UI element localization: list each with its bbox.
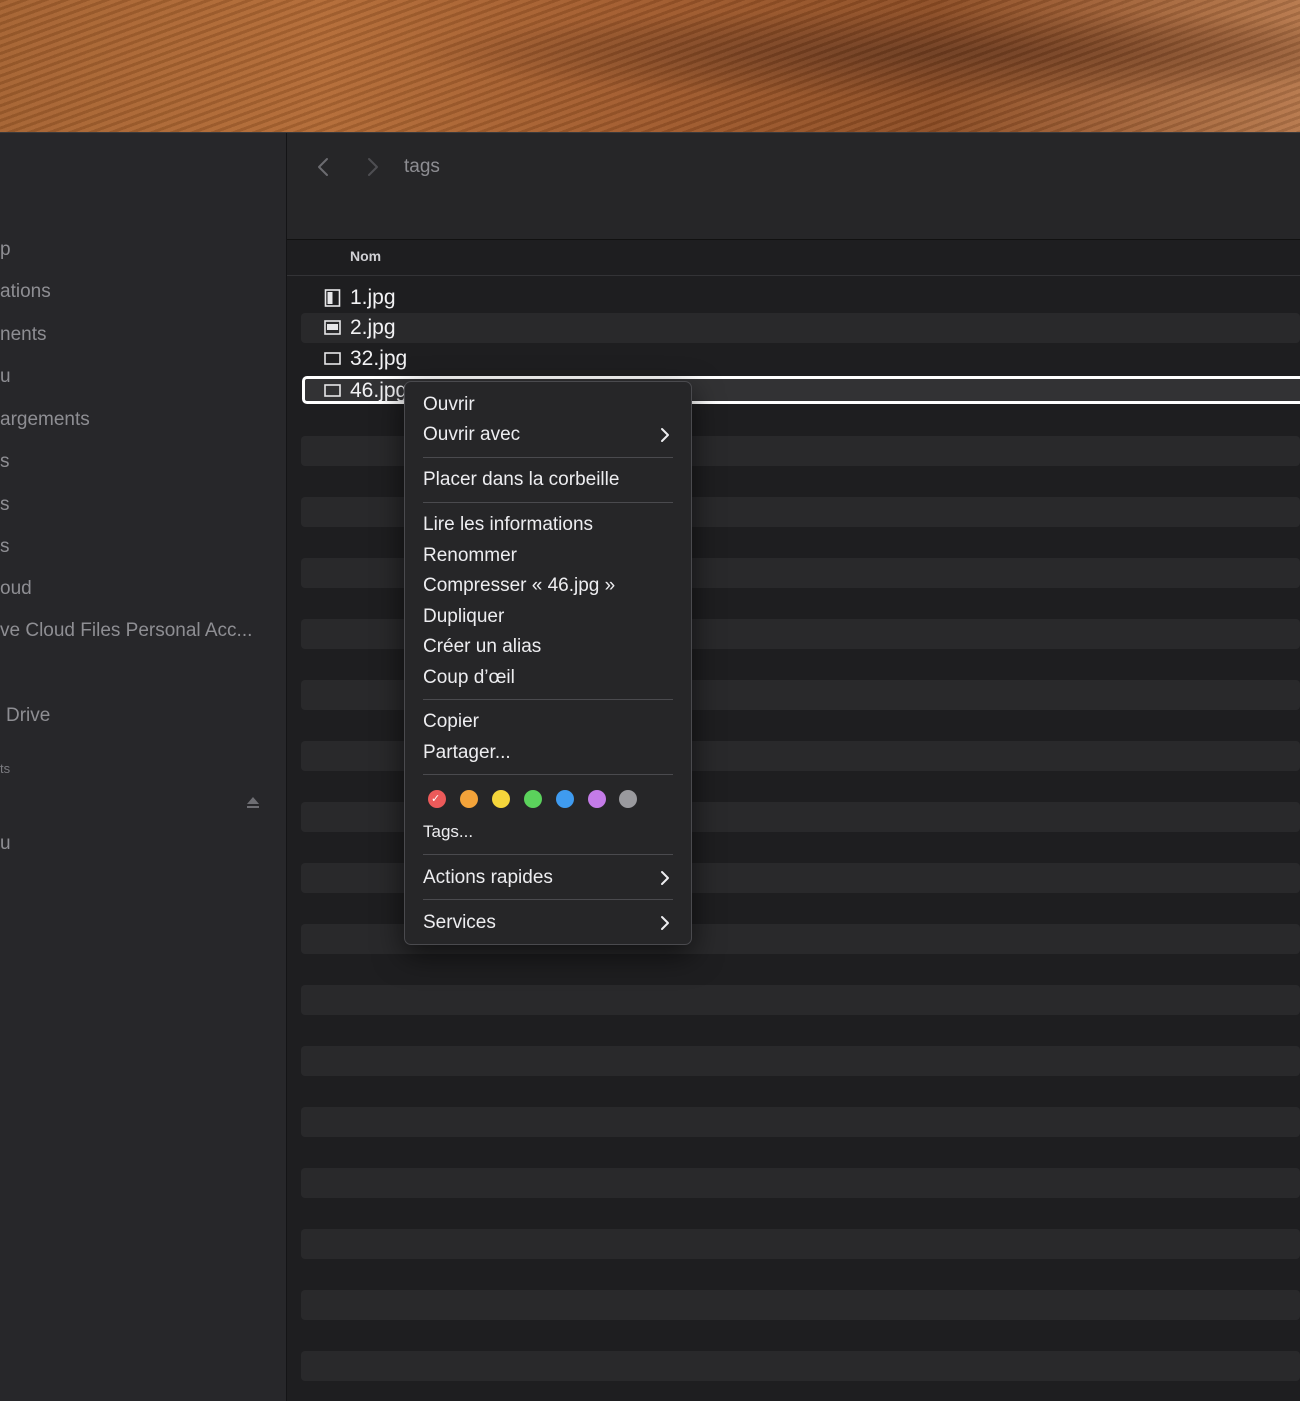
menu-item-compress[interactable]: Compresser « 46.jpg » [423,575,615,597]
menu-item-rename[interactable]: Renommer [423,545,517,567]
chevron-right-icon [368,158,378,176]
chevron-left-icon [318,158,328,176]
landscape-image-file-icon [324,319,341,337]
tag-gray-button[interactable] [619,790,637,808]
toolbar: tags [287,133,1300,240]
menu-separator [423,699,673,700]
image-file-icon [324,382,341,400]
file-name: 2.jpg [350,316,396,339]
menu-item-move-to-trash[interactable]: Placer dans la corbeille [423,469,619,491]
sidebar-item-13[interactable]: u [0,833,11,855]
menu-item-make-alias[interactable]: Créer un alias [423,636,541,658]
menu-item-copy[interactable]: Copier [423,711,479,733]
empty-row [301,985,1300,1015]
menu-item-share[interactable]: Partager... [423,742,511,764]
empty-row [301,1046,1300,1076]
portrait-image-file-icon [324,289,341,307]
tag-yellow-button[interactable] [492,790,510,808]
empty-row [301,1168,1300,1198]
sidebar-item-downloads[interactable]: argements [0,409,90,431]
tag-orange-button[interactable] [460,790,478,808]
forward-button[interactable] [360,155,384,179]
chevron-right-icon [659,427,671,443]
menu-separator [423,899,673,900]
eject-icon[interactable] [246,795,260,809]
file-row[interactable]: 32.jpg [301,344,1300,374]
sidebar-item-applications[interactable]: ations [0,281,51,303]
empty-row [301,1229,1300,1259]
empty-row [301,1290,1300,1320]
column-header-name[interactable]: Nom [287,240,1300,276]
sidebar-section-header: ts [0,761,11,776]
file-name: 46.jpg [350,379,408,402]
menu-separator [423,774,673,775]
tag-blue-button[interactable] [556,790,574,808]
chevron-right-icon [659,870,671,886]
menu-item-quick-look[interactable]: Coup d’œil [423,667,515,689]
context-menu: Ouvrir Ouvrir avec Placer dans la corbei… [404,381,692,945]
sidebar-item-cloud-files[interactable]: ve Cloud Files Personal Acc... [0,620,252,642]
empty-row [301,1351,1300,1381]
back-button[interactable] [312,155,336,179]
sidebar-item-documents[interactable]: nents [0,324,46,346]
menu-item-open[interactable]: Ouvrir [423,394,475,416]
menu-item-services[interactable]: Services [423,912,496,934]
sidebar: p ations nents u argements s s s oud ve … [0,133,287,1401]
tag-purple-button[interactable] [588,790,606,808]
image-file-icon [324,350,341,368]
column-header-label: Nom [350,248,382,264]
menu-separator [423,854,673,855]
sidebar-item-6[interactable]: s [0,451,10,473]
file-row[interactable]: 2.jpg [301,313,1300,343]
sidebar-item-icloud[interactable]: oud [0,578,32,600]
tag-red-button[interactable]: ✓ [428,790,446,808]
checkmark-icon: ✓ [431,793,441,805]
menu-item-duplicate[interactable]: Dupliquer [423,606,504,628]
empty-row [301,1107,1300,1137]
menu-separator [423,502,673,503]
sidebar-item-7[interactable]: s [0,494,10,516]
menu-separator [423,457,673,458]
file-name: 1.jpg [350,286,396,309]
file-row[interactable]: 1.jpg [301,283,1300,313]
file-name: 32.jpg [350,347,408,370]
desktop-wallpaper [0,0,1300,132]
chevron-right-icon [659,915,671,931]
menu-item-quick-actions[interactable]: Actions rapides [423,867,553,889]
tag-green-button[interactable] [524,790,542,808]
window-title: tags [404,156,440,177]
sidebar-item-8[interactable]: s [0,536,10,558]
sidebar-item-desktop[interactable]: p [0,239,11,261]
menu-item-open-with[interactable]: Ouvrir avec [423,424,520,446]
sidebar-item-drive[interactable]: Drive [6,705,50,727]
menu-item-get-info[interactable]: Lire les informations [423,514,593,536]
sidebar-item-4[interactable]: u [0,366,11,388]
menu-item-tags[interactable]: Tags... [423,822,473,842]
